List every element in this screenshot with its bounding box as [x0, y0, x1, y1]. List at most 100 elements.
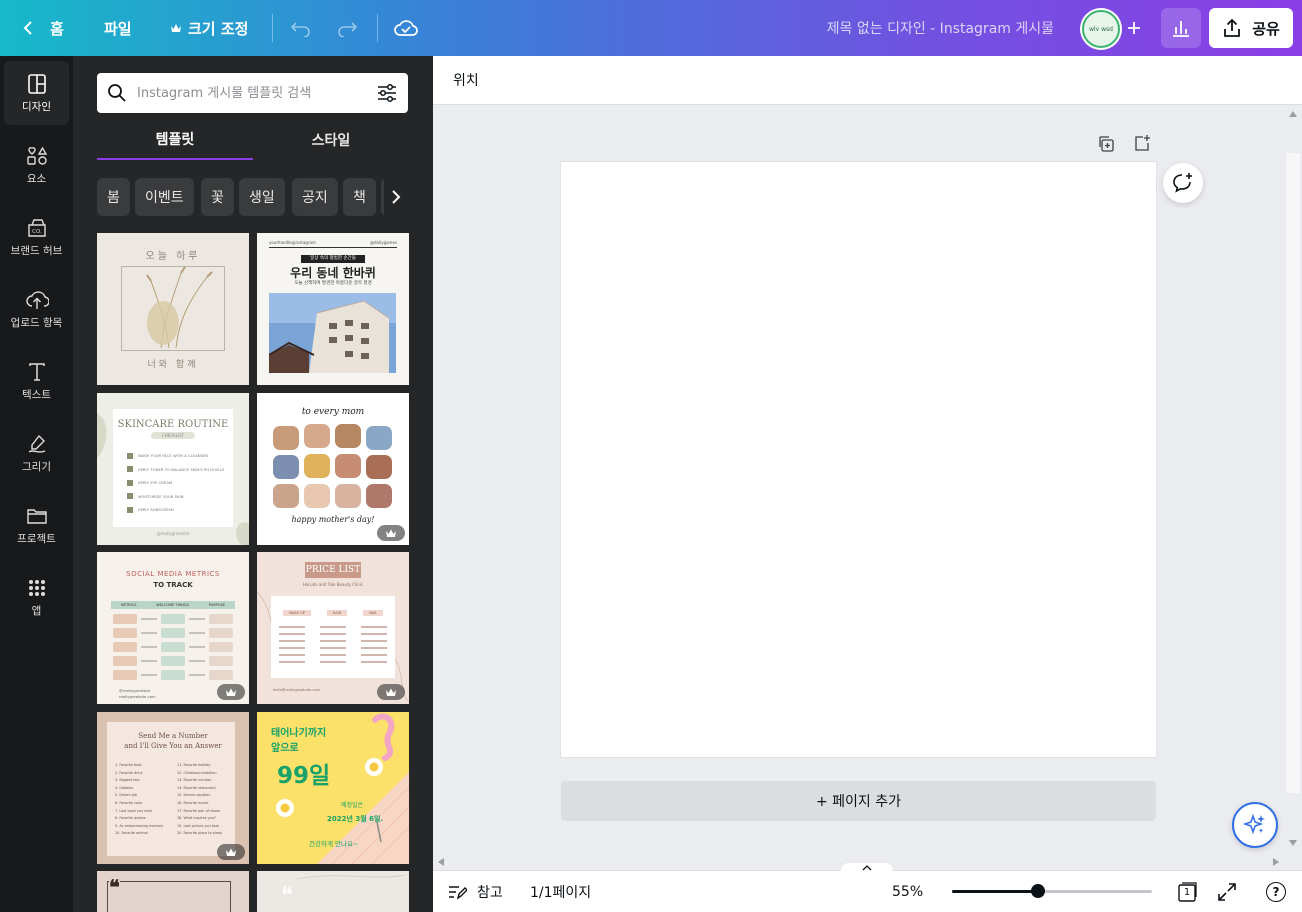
- add-comment-button[interactable]: [1163, 163, 1203, 203]
- scroll-right-arrow-icon[interactable]: [1273, 858, 1279, 866]
- template-text: 너와 함께: [147, 360, 199, 370]
- metrics-table: [113, 614, 233, 680]
- avatar[interactable]: wlv wsd: [1082, 10, 1120, 48]
- resize-label: 크기 조정: [188, 19, 249, 38]
- elements-icon: [26, 145, 48, 167]
- rail-item-design[interactable]: 디자인: [4, 61, 69, 125]
- checklist-item: APPLY EYE CREAM: [127, 476, 227, 490]
- metrics-header: METRICS WELCOME THINGS PURPOSE: [111, 601, 235, 609]
- rail-item-uploads[interactable]: 업로드 항목: [4, 277, 69, 341]
- invite-button[interactable]: [1116, 10, 1152, 46]
- checklist-item: APPLY TONER TO BALANCE SKIN'S PH LEVELS: [127, 463, 227, 477]
- question-item: 20. Favorite place to sleep: [177, 831, 222, 836]
- collapse-pages-button[interactable]: [841, 863, 893, 873]
- question-item: 15. Dream vacation: [177, 793, 211, 798]
- template-card[interactable]: 태어나기까지 앞으로 99일 예정일은 2022년 3월 6일. 건강하게 만나…: [257, 712, 409, 864]
- question-item: 12. Childhood ambition: [177, 770, 217, 775]
- canvas-workspace: + 페이지 추가: [433, 105, 1284, 854]
- fullscreen-button[interactable]: [1217, 871, 1237, 912]
- template-search-input[interactable]: [137, 73, 359, 113]
- question-item: 10. Favorite animal: [115, 831, 148, 836]
- rail-item-brand-hub[interactable]: CO. 브랜드 허브: [4, 205, 69, 269]
- template-text: yourhandle@instagram: [269, 240, 316, 245]
- question-item: 8. Favorite quotes: [115, 816, 146, 821]
- chip-spring[interactable]: 봄: [97, 178, 130, 216]
- question-item: 16. Favorite movie: [177, 800, 209, 805]
- checklist-item-text: MOISTURIZE YOUR SKIN: [138, 493, 184, 499]
- template-card[interactable]: Send Me a Number and I'll Give You an An…: [97, 712, 249, 864]
- page-indicator[interactable]: 1/1페이지: [530, 871, 591, 912]
- template-text: METRICS: [120, 603, 137, 607]
- insights-button[interactable]: [1161, 8, 1201, 48]
- category-chips: 봄 이벤트 꽃 생일 공지 책 사: [97, 178, 408, 218]
- rail-item-projects[interactable]: 프로젝트: [4, 493, 69, 557]
- template-card[interactable]: to every mom happy mother's day!: [257, 393, 409, 545]
- expand-icon: [1217, 882, 1237, 902]
- template-card[interactable]: PRICE LIST Harumi and Tale Beauty Clinic…: [257, 552, 409, 704]
- bar-chart-icon: [1171, 18, 1191, 38]
- template-card[interactable]: SKINCARE ROUTINE CHECKLIST WASH YOUR FAC…: [97, 393, 249, 545]
- vertical-scrollbar[interactable]: [1284, 105, 1302, 854]
- file-menu-button[interactable]: 파일: [104, 0, 132, 56]
- share-button[interactable]: 공유: [1209, 8, 1293, 48]
- magic-assistant-button[interactable]: [1232, 802, 1278, 848]
- redo-button[interactable]: [336, 0, 358, 56]
- template-card[interactable]: ❝: [97, 871, 249, 912]
- folder-icon: [26, 505, 48, 527]
- template-text: 99일: [277, 763, 331, 789]
- rail-item-text[interactable]: 텍스트: [4, 349, 69, 413]
- template-text: CHECKLIST: [151, 432, 195, 439]
- undo-icon: [290, 19, 312, 37]
- rail-item-apps[interactable]: 앱: [4, 565, 69, 629]
- document-title[interactable]: 제목 없는 디자인 - Instagram 게시물: [827, 0, 1054, 56]
- template-text: PRICE LIST: [305, 562, 361, 578]
- help-button[interactable]: ?: [1266, 871, 1286, 912]
- template-text: 우리 동네 한바퀴: [290, 266, 376, 280]
- chip-flower[interactable]: 꽃: [201, 178, 234, 216]
- template-card[interactable]: yourhandle@instagram @dailygames 일상 속의 평…: [257, 233, 409, 385]
- tab-templates[interactable]: 템플릿: [97, 120, 253, 160]
- template-text: 건강하게 만나요~: [309, 840, 359, 848]
- template-text: reallygreatsite.com: [119, 694, 156, 699]
- tab-styles[interactable]: 스타일: [253, 120, 409, 160]
- save-status-button[interactable]: [393, 0, 419, 56]
- zoom-slider[interactable]: [952, 884, 1152, 898]
- duplicate-page-button[interactable]: [1094, 132, 1118, 156]
- checklist-item: APPLY SUNSCREEN: [127, 503, 227, 517]
- chip-birthday[interactable]: 생일: [239, 178, 285, 216]
- chip-notice[interactable]: 공지: [292, 178, 338, 216]
- question-item: 1. Favorite food: [115, 763, 142, 767]
- template-text: 예정일은: [341, 802, 364, 809]
- rail-label: 텍스트: [22, 388, 51, 401]
- rail-label: 브랜드 허브: [10, 244, 63, 257]
- notes-button[interactable]: 참고: [447, 871, 503, 912]
- template-card[interactable]: 오늘 하루 너와 함께: [97, 233, 249, 385]
- undo-button[interactable]: [290, 0, 312, 56]
- scroll-left-arrow-icon[interactable]: [438, 858, 444, 866]
- chip-book[interactable]: 책: [343, 178, 376, 216]
- rail-item-elements[interactable]: 요소: [4, 133, 69, 197]
- template-card[interactable]: SOCIAL MEDIA METRICS TO TRACK METRICS WE…: [97, 552, 249, 704]
- add-page-button[interactable]: + 페이지 추가: [561, 781, 1156, 821]
- question-item: 2. Favorite drink: [115, 770, 143, 775]
- template-text: MAKE UP: [282, 610, 311, 616]
- page-grid-button[interactable]: 1: [1176, 871, 1198, 912]
- chip-event[interactable]: 이벤트: [135, 178, 194, 216]
- chips-next-button[interactable]: [384, 178, 408, 216]
- rail-item-draw[interactable]: 그리기: [4, 421, 69, 485]
- scroll-up-arrow-icon[interactable]: [1289, 111, 1297, 117]
- resize-button[interactable]: 크기 조정: [170, 0, 248, 56]
- zoom-slider-handle[interactable]: [1031, 884, 1045, 898]
- filter-sliders-icon[interactable]: [376, 83, 398, 103]
- scroll-down-arrow-icon[interactable]: [1289, 840, 1297, 846]
- position-button[interactable]: 위치: [453, 56, 479, 104]
- home-button[interactable]: 홈: [22, 0, 64, 56]
- quote-mark-icon: ❝: [109, 875, 120, 899]
- template-text: SOCIAL MEDIA METRICS: [126, 570, 220, 578]
- zoom-level[interactable]: 55%: [892, 871, 923, 912]
- template-text: to every mom: [301, 407, 365, 417]
- template-text: TO TRACK: [153, 581, 193, 589]
- add-page-icon-button[interactable]: [1130, 131, 1154, 155]
- design-canvas-page[interactable]: [561, 162, 1156, 757]
- template-card[interactable]: ❝: [257, 871, 409, 912]
